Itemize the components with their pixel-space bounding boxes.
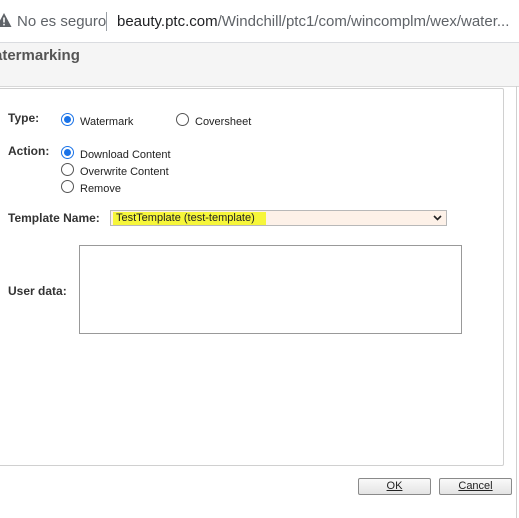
type-radio-coversheet[interactable] bbox=[176, 113, 189, 126]
url-host: beauty.ptc.com bbox=[117, 13, 218, 30]
action-radio-remove[interactable] bbox=[61, 180, 74, 193]
security-status[interactable]: No es seguro bbox=[17, 13, 106, 30]
warning-icon[interactable] bbox=[0, 12, 12, 28]
address-divider bbox=[106, 12, 107, 31]
dialog-title: atermarking bbox=[0, 47, 80, 64]
url-path: /Windchill/ptc1/com/wincomplm/wex/water.… bbox=[217, 13, 510, 30]
type-label: Type: bbox=[8, 111, 40, 125]
template-name-select[interactable]: TestTemplate (test-template) bbox=[110, 210, 447, 226]
action-option-overwrite: Overwrite Content bbox=[80, 166, 169, 178]
action-option-download: Download Content bbox=[80, 149, 171, 161]
window-edge bbox=[516, 86, 517, 518]
action-radio-download[interactable] bbox=[61, 146, 74, 159]
type-option-watermark: Watermark bbox=[80, 116, 134, 128]
type-option-coversheet: Coversheet bbox=[195, 116, 252, 128]
template-name-label: Template Name: bbox=[8, 211, 100, 225]
action-label: Action: bbox=[8, 144, 50, 158]
type-radio-watermark[interactable] bbox=[61, 113, 74, 126]
user-data-field[interactable] bbox=[79, 245, 462, 334]
action-radio-overwrite[interactable] bbox=[61, 163, 74, 176]
user-data-label: User data: bbox=[8, 284, 67, 298]
template-name-value: TestTemplate (test-template) bbox=[116, 212, 255, 224]
chevron-down-icon bbox=[433, 215, 442, 221]
browser-address-bar: No es seguro beauty.ptc.com/Windchill/pt… bbox=[0, 0, 519, 43]
url-field[interactable]: beauty.ptc.com/Windchill/ptc1/com/wincom… bbox=[117, 13, 509, 30]
ok-button[interactable]: OK bbox=[358, 478, 431, 495]
cancel-button[interactable]: Cancel bbox=[439, 478, 512, 495]
action-option-remove: Remove bbox=[80, 183, 121, 195]
